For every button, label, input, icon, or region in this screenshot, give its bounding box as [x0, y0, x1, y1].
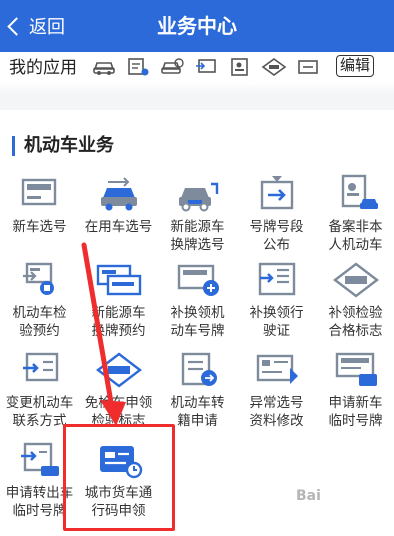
change-contact-icon: [15, 350, 65, 390]
highlight-box: [63, 424, 175, 531]
inspection-mark-icon: [331, 260, 381, 300]
abnormal-edit-icon: [252, 350, 302, 390]
service-tile[interactable]: 补领检验 合格标志: [316, 258, 394, 344]
service-tile-label: 新车选号: [12, 219, 67, 235]
temp-plate-new-icon: [331, 350, 381, 390]
section-gap: [0, 94, 394, 110]
plate-change-appointment-icon: [94, 260, 144, 300]
service-tile[interactable]: 备案非本 人机动车: [316, 172, 394, 258]
service-tile[interactable]: 在用车选号: [79, 172, 158, 258]
service-tile-label: 备案非本 人机动车: [328, 219, 383, 253]
temp-plate-transfer-icon: [15, 440, 65, 480]
transfer-icon: [173, 350, 223, 390]
service-tile-label: 号牌号段 公布: [249, 219, 304, 253]
service-tile[interactable]: 补换领机 动车号牌: [158, 258, 237, 344]
service-tile[interactable]: 申请新车 临时号牌: [316, 348, 394, 434]
car-icon[interactable]: [90, 56, 118, 78]
service-tile-label: 补换领行 驶证: [249, 305, 304, 339]
my-apps-label: 我的应用: [9, 58, 77, 78]
service-tile[interactable]: 机动车检 验预约: [0, 258, 79, 344]
service-tile-label: 补换领机 动车号牌: [170, 305, 225, 339]
service-tile-label: 异常选号 资料修改: [249, 395, 304, 429]
used-car-plate-icon: [94, 174, 144, 214]
service-tile[interactable]: 变更机动车 联系方式: [0, 348, 79, 434]
service-tile[interactable]: 机动车转 籍申请: [158, 348, 237, 434]
service-tile-label: 申请新车 临时号牌: [328, 395, 383, 429]
plate-arrow-icon[interactable]: [192, 56, 220, 78]
watermark: Bai: [296, 488, 321, 504]
inspection-appointment-icon: [15, 260, 65, 300]
car-badge-icon[interactable]: [158, 56, 186, 78]
replace-license-icon: [252, 260, 302, 300]
new-car-plate-icon: [15, 174, 65, 214]
service-tile-label: 在用车选号: [84, 219, 153, 235]
exempt-mark-icon: [94, 350, 144, 390]
service-tile[interactable]: 号牌号段 公布: [237, 172, 316, 258]
my-apps-icons: [90, 56, 322, 78]
service-tile-label: 机动车检 验预约: [12, 305, 67, 339]
service-tile-label: 补领检验 合格标志: [328, 305, 383, 339]
plate-icon[interactable]: [294, 56, 322, 78]
service-tile[interactable]: 免检车申领 检验标志: [79, 348, 158, 434]
divider: [0, 82, 394, 94]
new-energy-car-icon: [173, 174, 223, 214]
service-tile-label: 新能源车 换牌预约: [91, 305, 146, 339]
id-card-icon[interactable]: [226, 56, 254, 78]
replace-plate-icon: [173, 260, 223, 300]
edit-button[interactable]: 编辑: [336, 55, 374, 77]
inspection-badge-icon[interactable]: [260, 56, 288, 78]
page-title: 业务中心: [157, 14, 237, 38]
car-document-icon[interactable]: [124, 56, 152, 78]
service-tile[interactable]: 新能源车 换牌选号: [158, 172, 237, 258]
service-tile-label: 新能源车 换牌选号: [170, 219, 225, 253]
service-tile[interactable]: 新车选号: [0, 172, 79, 258]
record-vehicle-icon: [331, 174, 381, 214]
service-tile[interactable]: 异常选号 资料修改: [237, 348, 316, 434]
section-title: 机动车业务: [24, 135, 114, 156]
top-bar: 返回 业务中心: [0, 0, 394, 52]
section-accent-bar: [12, 136, 15, 156]
plate-announce-icon: [252, 174, 302, 214]
service-tile[interactable]: 新能源车 换牌预约: [79, 258, 158, 344]
service-tile[interactable]: 补换领行 驶证: [237, 258, 316, 344]
